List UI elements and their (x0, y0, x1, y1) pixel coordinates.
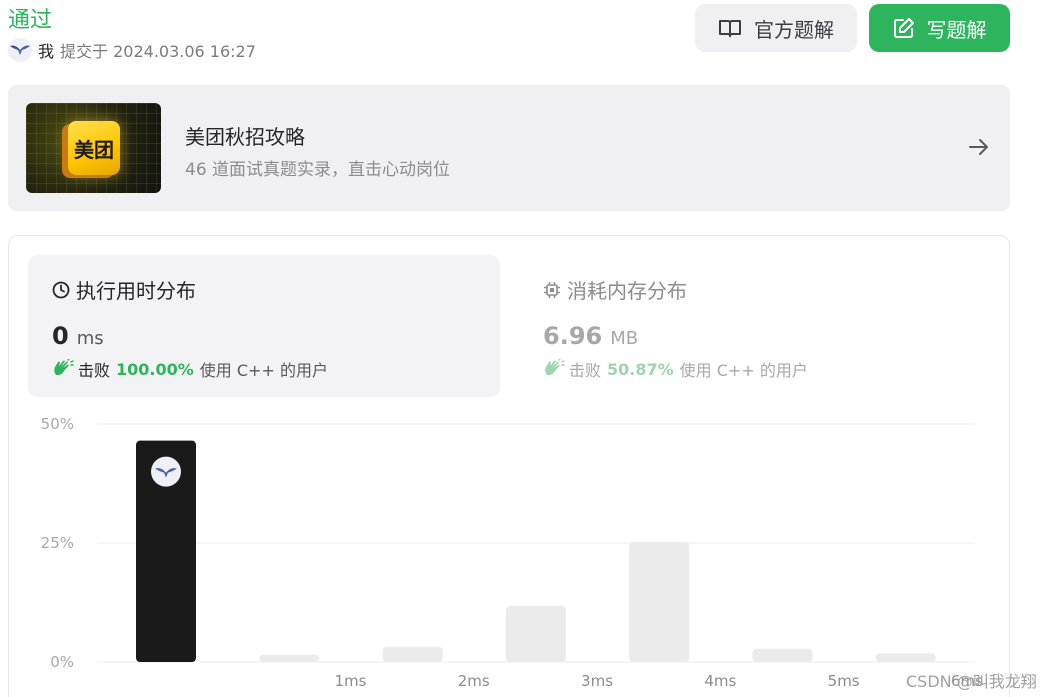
bar[interactable] (752, 648, 813, 662)
runtime-distribution-chart: 50%25%0%1ms 2ms 3ms 4ms 5ms 6ms (41, 415, 983, 690)
bar[interactable] (629, 542, 690, 662)
csdn-watermark: CSDN @叫我龙翔 (906, 672, 1037, 691)
y-tick-label: 25% (41, 534, 74, 552)
bar-avatar (151, 456, 181, 487)
bar[interactable] (382, 646, 443, 662)
x-tick-label: 4ms (704, 672, 736, 690)
y-tick-label: 50% (41, 415, 74, 433)
x-tick-label: 2ms (458, 672, 490, 690)
y-tick-label: 0% (50, 653, 74, 671)
bar[interactable] (259, 654, 320, 662)
x-tick-label: 3ms (581, 672, 613, 690)
x-tick-label: 1ms (334, 672, 366, 690)
bar[interactable] (875, 653, 936, 662)
x-tick-label: 5ms (828, 672, 860, 690)
bar[interactable] (505, 605, 566, 662)
